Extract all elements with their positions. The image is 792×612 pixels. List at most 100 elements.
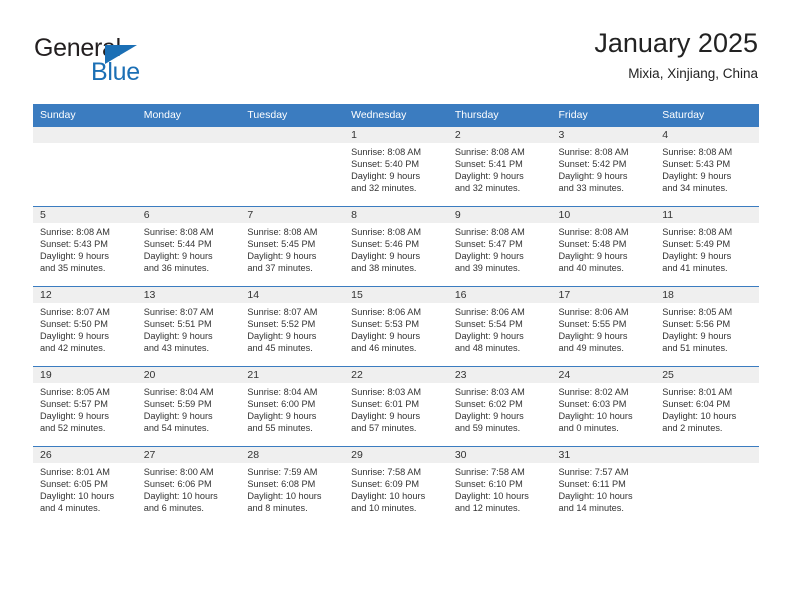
day-number: 14 [240,287,345,303]
daylight-text-line1: Daylight: 10 hours [454,491,529,502]
weekday-header-row: Sunday Monday Tuesday Wednesday Thursday Frid… [33,104,759,127]
calendar-day-cell[interactable]: 6 Sunrise: 8:08 AM Sunset: 5:44 PM Daylight… [136,206,241,287]
calendar-day-cell[interactable]: 17 Sunrise: 8:06 AM Sunset: 5:55 PM Dayligh… [551,286,656,367]
brand-logo[interactable]: General Blue [34,34,234,90]
daylight-text-line2: and 14 minutes. [558,503,624,514]
calendar-day-cell[interactable]: 22 Sunrise: 8:03 AM Sunset: 6:01 PM Dayligh… [344,366,448,447]
calendar-week-row: 26 Sunrise: 8:01 AM Sunset: 6:05 PM Dayligh… [33,446,759,526]
calendar-day-cell[interactable]: 10 Sunrise: 8:08 AM Sunset: 5:48 PM Dayligh… [551,206,656,287]
day-number: 3 [551,127,656,143]
calendar-week-row: 5 Sunrise: 8:08 AM Sunset: 5:43 PM Daylight… [33,206,759,287]
calendar-day-cell[interactable]: 1 Sunrise: 8:08 AM Sunset: 5:40 PM Daylight… [344,126,448,207]
daylight-text-line1: Daylight: 10 hours [351,491,426,502]
day-number: 19 [33,367,137,383]
sunset-text: Sunset: 6:05 PM [40,479,108,490]
sunrise-text: Sunrise: 8:08 AM [558,147,629,157]
calendar-day-cell[interactable]: 5 Sunrise: 8:08 AM Sunset: 5:43 PM Daylight… [33,206,137,287]
daylight-text-line2: and 32 minutes. [351,183,417,194]
sunrise-text: Sunrise: 8:05 AM [40,387,110,397]
sunrise-text: Sunrise: 8:06 AM [454,307,525,317]
calendar-day-cell[interactable]: 23 Sunrise: 8:03 AM Sunset: 6:02 PM Dayligh… [447,366,552,447]
calendar-day-cell[interactable]: 24 Sunrise: 8:02 AM Sunset: 6:03 PM Dayligh… [551,366,656,447]
day-details: Sunrise: 8:08 AM Sunset: 5:43 PM Daylight:… [655,143,759,194]
day-number: 23 [447,367,552,383]
daylight-text-line1: Daylight: 10 hours [558,411,633,422]
sunrise-text: Sunrise: 8:01 AM [662,387,733,397]
daylight-text-line1: Daylight: 9 hours [454,251,524,262]
day-details: Sunrise: 8:08 AM Sunset: 5:47 PM Daylight:… [448,223,552,274]
calendar-day-cell[interactable]: 11 Sunrise: 8:08 AM Sunset: 5:49 PM Dayligh… [655,206,759,287]
daylight-text-line1: Daylight: 9 hours [247,251,317,262]
calendar-day-cell[interactable]: 28 Sunrise: 7:59 AM Sunset: 6:08 PM Dayligh… [240,446,345,526]
calendar-day-cell[interactable]: 4 Sunrise: 8:08 AM Sunset: 5:43 PM Daylight… [655,126,759,207]
calendar-day-cell[interactable]: 25 Sunrise: 8:01 AM Sunset: 6:04 PM Dayligh… [655,366,759,447]
calendar-week-row: 12 Sunrise: 8:07 AM Sunset: 5:50 PM Dayligh… [33,286,759,367]
weekday-header-saturday: Saturday [655,104,759,127]
sunrise-text: Sunrise: 8:06 AM [558,307,629,317]
sunset-text: Sunset: 5:49 PM [662,239,731,250]
calendar-day-cell[interactable]: 26 Sunrise: 8:01 AM Sunset: 6:05 PM Dayligh… [33,446,137,526]
day-number: 15 [344,287,448,303]
calendar-day-cell[interactable]: 3 Sunrise: 8:08 AM Sunset: 5:42 PM Daylight… [551,126,656,207]
day-details: Sunrise: 8:05 AM Sunset: 5:57 PM Daylight:… [33,383,137,434]
day-number: 24 [551,367,656,383]
day-details: Sunrise: 8:04 AM Sunset: 6:00 PM Daylight:… [240,383,344,434]
calendar-day-cell[interactable]: 15 Sunrise: 8:06 AM Sunset: 5:53 PM Dayligh… [344,286,448,367]
title-block: January 2025 Mixia, Xinjiang, China [594,26,758,84]
day-details: Sunrise: 7:58 AM Sunset: 6:09 PM Daylight:… [344,463,448,514]
calendar-day-cell[interactable]: 13 Sunrise: 8:07 AM Sunset: 5:51 PM Dayligh… [136,286,241,367]
day-number: 25 [655,367,759,383]
sunset-text: Sunset: 5:57 PM [40,399,108,410]
calendar-day-cell[interactable]: 30 Sunrise: 7:58 AM Sunset: 6:10 PM Dayligh… [447,446,552,526]
calendar-day-cell-empty [33,126,137,207]
sunrise-text: Sunrise: 8:06 AM [351,307,422,317]
day-number: 20 [136,367,241,383]
calendar-week-row: 1 Sunrise: 8:08 AM Sunset: 5:40 PM Daylight… [33,126,759,207]
daylight-text-line2: and 43 minutes. [143,343,210,354]
calendar-day-cell[interactable]: 7 Sunrise: 8:08 AM Sunset: 5:45 PM Daylight… [240,206,345,287]
calendar-day-cell[interactable]: 16 Sunrise: 8:06 AM Sunset: 5:54 PM Dayligh… [447,286,552,367]
page-title: January 2025 [594,28,758,58]
sunrise-text: Sunrise: 8:07 AM [143,307,214,317]
day-number: 4 [655,127,759,143]
daylight-text-line1: Daylight: 10 hours [662,411,737,422]
calendar-day-cell[interactable]: 31 Sunrise: 7:57 AM Sunset: 6:11 PM Dayligh… [551,446,656,526]
calendar-grid: Sunday Monday Tuesday Wednesday Thursday Frid… [33,104,759,526]
day-details: Sunrise: 8:08 AM Sunset: 5:49 PM Daylight:… [655,223,759,274]
calendar-day-cell[interactable]: 12 Sunrise: 8:07 AM Sunset: 5:50 PM Dayligh… [33,286,137,367]
calendar-day-cell[interactable]: 9 Sunrise: 8:08 AM Sunset: 5:47 PM Daylight… [447,206,552,287]
sunset-text: Sunset: 5:40 PM [351,159,420,170]
daylight-text-line2: and 42 minutes. [40,343,106,354]
day-number: 31 [551,447,656,463]
daylight-text-line2: and 8 minutes. [247,503,308,514]
daylight-text-line2: and 48 minutes. [454,343,521,354]
calendar-day-cell[interactable]: 19 Sunrise: 8:05 AM Sunset: 5:57 PM Dayligh… [33,366,137,447]
day-number: 27 [136,447,241,463]
daylight-text-line2: and 12 minutes. [454,503,521,514]
sunrise-text: Sunrise: 8:07 AM [247,307,318,317]
calendar-day-cell[interactable]: 14 Sunrise: 8:07 AM Sunset: 5:52 PM Dayligh… [240,286,345,367]
calendar-day-cell[interactable]: 18 Sunrise: 8:05 AM Sunset: 5:56 PM Dayligh… [655,286,759,367]
calendar-day-cell[interactable]: 20 Sunrise: 8:04 AM Sunset: 5:59 PM Dayligh… [136,366,241,447]
weekday-header-friday: Friday [551,104,656,127]
day-number: 22 [344,367,448,383]
day-details: Sunrise: 8:06 AM Sunset: 5:54 PM Daylight:… [448,303,552,354]
day-details: Sunrise: 8:08 AM Sunset: 5:44 PM Daylight:… [137,223,241,274]
sunrise-text: Sunrise: 8:08 AM [662,147,733,157]
daylight-text-line2: and 10 minutes. [351,503,417,514]
daylight-text-line2: and 0 minutes. [558,423,619,434]
calendar-day-cell[interactable]: 21 Sunrise: 8:04 AM Sunset: 6:00 PM Dayligh… [240,366,345,447]
day-number: 28 [240,447,345,463]
calendar-day-cell[interactable]: 27 Sunrise: 8:00 AM Sunset: 6:06 PM Dayligh… [136,446,241,526]
day-details: Sunrise: 8:08 AM Sunset: 5:48 PM Daylight:… [552,223,656,274]
sunset-text: Sunset: 5:56 PM [662,319,731,330]
daylight-text-line2: and 37 minutes. [247,263,313,274]
weekday-header-sunday: Sunday [33,104,137,127]
sunrise-text: Sunrise: 8:08 AM [143,227,214,237]
calendar-day-cell-empty [240,126,345,207]
day-number: 2 [447,127,552,143]
calendar-day-cell[interactable]: 8 Sunrise: 8:08 AM Sunset: 5:46 PM Daylight… [344,206,448,287]
calendar-day-cell[interactable]: 2 Sunrise: 8:08 AM Sunset: 5:41 PM Daylight… [447,126,552,207]
calendar-day-cell[interactable]: 29 Sunrise: 7:58 AM Sunset: 6:09 PM Dayligh… [344,446,448,526]
daylight-text-line1: Daylight: 9 hours [247,331,317,342]
